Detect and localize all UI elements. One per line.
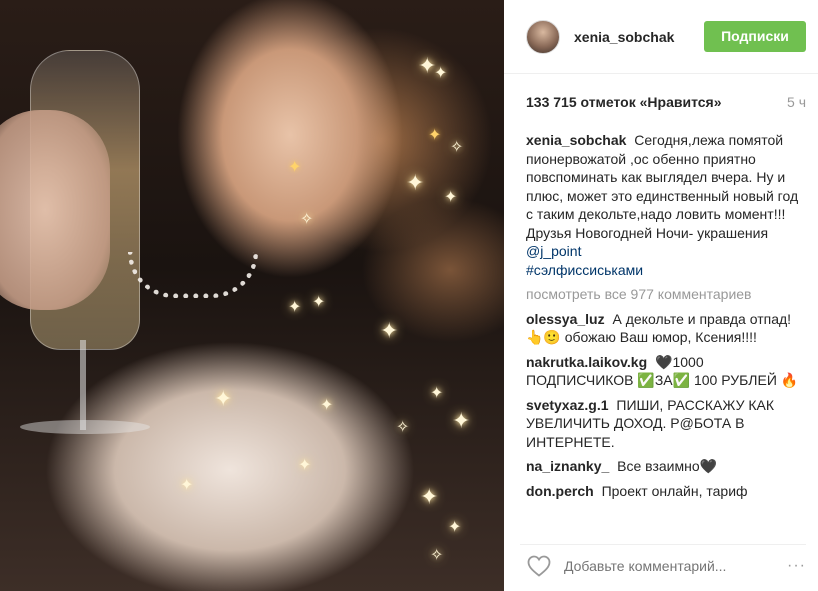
caption-mention-link[interactable]: @j_point	[526, 243, 581, 259]
comment-list: xenia_sobchak Сегодня,лежа помятой пионе…	[526, 131, 800, 506]
glass-stem-shape	[80, 340, 86, 430]
comment-username[interactable]: nakrutka.laikov.kg	[526, 354, 647, 370]
follow-button[interactable]: Подписки	[704, 21, 806, 52]
sparkle-icon: ✦	[288, 299, 302, 316]
sparkle-icon: ✦	[430, 385, 444, 402]
likes-count[interactable]: 133 715 отметок «Нравится»	[526, 94, 722, 110]
sparkle-icon: ✦	[320, 397, 334, 414]
sparkle-icon: ✧	[430, 547, 444, 564]
list-item: na_iznanky_ Все взаимно🖤	[526, 457, 800, 476]
like-button[interactable]	[524, 551, 554, 581]
sparkle-icon: ✦	[214, 386, 233, 411]
sparkle-icon: ✧	[300, 211, 314, 228]
hand-shape	[0, 110, 110, 310]
heart-outline-icon	[527, 555, 551, 577]
pearl-necklace-shape	[128, 252, 258, 298]
sparkle-icon: ✧	[450, 139, 464, 156]
sparkle-icon: ✦	[180, 477, 194, 494]
list-item: olessya_luz А декольте и правда отпад! 👆…	[526, 310, 800, 347]
caption-hashtag-link[interactable]: #сэлфиссиськами	[526, 262, 643, 278]
sparkle-icon: ✦	[448, 519, 462, 536]
comments-scroll-area[interactable]: xenia_sobchak Сегодня,лежа помятой пионе…	[504, 131, 818, 528]
comment-username[interactable]: na_iznanky_	[526, 458, 609, 474]
comment-footer: ···	[520, 544, 806, 586]
sparkle-icon: ✦	[406, 170, 425, 195]
sparkle-icon: ✦	[428, 127, 442, 144]
comment-username[interactable]: don.perch	[526, 483, 594, 499]
sparkle-icon: ✦	[452, 408, 471, 433]
comment-input[interactable]	[564, 557, 780, 574]
sparkle-icon: ✦	[380, 318, 399, 343]
sparkle-icon: ✦	[288, 159, 302, 176]
caption-text: Сегодня,лежа помятой пионервожатой ,ос о…	[526, 132, 799, 241]
view-all-comments-link[interactable]: посмотреть все 977 комментариев	[526, 285, 800, 304]
likes-row: 133 715 отметок «Нравится» 5 ч	[526, 94, 806, 110]
sparkle-icon: ✦	[312, 294, 326, 311]
list-item: don.perch Проект онлайн, тариф	[526, 482, 800, 501]
sparkle-icon: ✦	[434, 65, 448, 82]
header-username[interactable]: xenia_sobchak	[574, 29, 704, 45]
glass-base-shape	[20, 420, 150, 434]
comment-username[interactable]: olessya_luz	[526, 311, 605, 327]
comment-text: Проект онлайн, тариф	[601, 482, 748, 499]
list-item: nakrutka.laikov.kg 🖤1000 ПОДПИСЧИКОВ ✅ЗА…	[526, 353, 800, 390]
list-item: svetyxaz.g.1 ПИШИ, РАССКАЖУ КАК УВЕЛИЧИТ…	[526, 396, 800, 452]
comment-username[interactable]: svetyxaz.g.1	[526, 397, 609, 413]
more-options-icon[interactable]: ···	[780, 557, 806, 575]
sparkle-icon: ✦	[444, 189, 458, 206]
comment-text: Все взаимно🖤	[617, 458, 718, 474]
post-photo[interactable]: ✦ ✦ ✦ ✧ ✦ ✦ ✦ ✧ ✦ ✦ ✦ ✦ ✦ ✧ ✦ ✦ ✦ ✦ ✧ ✦ …	[0, 0, 504, 591]
post-header: xenia_sobchak Подписки	[504, 0, 818, 74]
avatar[interactable]	[526, 19, 560, 54]
sparkle-icon: ✦	[298, 457, 312, 474]
post-time[interactable]: 5 ч	[787, 94, 806, 110]
sparkle-icon: ✧	[396, 419, 410, 436]
post-side-panel: xenia_sobchak Подписки 133 715 отметок «…	[504, 0, 818, 591]
sparkle-icon: ✦	[420, 484, 439, 509]
post-caption: xenia_sobchak Сегодня,лежа помятой пионе…	[526, 131, 800, 279]
caption-username[interactable]: xenia_sobchak	[526, 132, 626, 148]
